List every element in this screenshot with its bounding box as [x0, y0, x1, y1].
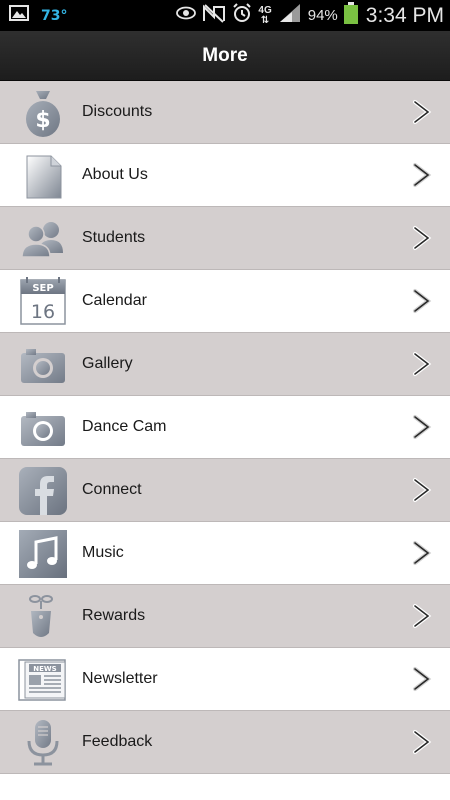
- menu-item-students[interactable]: Students: [0, 207, 450, 270]
- menu-item-label: Dance Cam: [82, 418, 167, 435]
- menu-item-connect[interactable]: Connect: [0, 459, 450, 522]
- svg-text:$: $: [35, 108, 50, 133]
- eye-icon: [176, 6, 197, 25]
- page-title: More: [202, 44, 248, 66]
- menu-item-feedback[interactable]: Feedback: [0, 711, 450, 774]
- alarm-clock-icon: [232, 3, 252, 28]
- menu-item-music[interactable]: Music: [0, 522, 450, 585]
- no-signal-icon: [202, 3, 226, 28]
- menu-item-about-us[interactable]: About Us: [0, 144, 450, 207]
- app-header: More: [0, 31, 450, 81]
- newspaper-icon-text: NEWS: [33, 665, 56, 673]
- network-type-label: 4G: [258, 4, 272, 16]
- status-bar-right: 4G ⇅ 94% 3:34 PM: [176, 0, 444, 31]
- menu-item-label: Newsletter: [82, 670, 158, 687]
- money-bag-icon: $: [17, 87, 69, 139]
- chevron-right-icon: [411, 729, 433, 755]
- more-menu-list: $ Discounts About Us Students SEP 16 Cal…: [0, 81, 450, 774]
- calendar-icon-day: 16: [31, 301, 55, 323]
- menu-item-discounts[interactable]: $ Discounts: [0, 81, 450, 144]
- menu-item-label: Students: [82, 229, 146, 246]
- chevron-right-icon: [411, 540, 433, 566]
- chevron-right-icon: [411, 477, 433, 503]
- chevron-right-icon: [411, 603, 433, 629]
- temperature-text: 73°: [41, 7, 68, 24]
- chevron-right-icon: [411, 225, 433, 251]
- battery-icon: [343, 2, 358, 29]
- menu-item-dance-cam[interactable]: Dance Cam: [0, 396, 450, 459]
- newspaper-icon: NEWS: [17, 654, 69, 706]
- menu-item-newsletter[interactable]: NEWS Newsletter: [0, 648, 450, 711]
- chevron-right-icon: [411, 288, 433, 314]
- chevron-right-icon: [411, 162, 433, 188]
- menu-item-gallery[interactable]: Gallery: [0, 333, 450, 396]
- menu-item-label: Gallery: [82, 355, 133, 372]
- menu-item-label: Feedback: [82, 733, 153, 750]
- status-bar-left: 73°: [9, 0, 67, 31]
- menu-item-rewards[interactable]: Rewards: [0, 585, 450, 648]
- camera-icon: [17, 339, 69, 391]
- signal-strength-icon: [278, 3, 302, 28]
- menu-item-calendar[interactable]: SEP 16 Calendar: [0, 270, 450, 333]
- chevron-right-icon: [411, 666, 433, 692]
- gift-tag-icon: [17, 591, 69, 643]
- camera-icon: [17, 402, 69, 454]
- menu-item-label: Music: [82, 544, 124, 561]
- menu-item-label: Calendar: [82, 292, 147, 309]
- microphone-icon: [17, 717, 69, 769]
- people-icon: [17, 213, 69, 265]
- document-icon: [17, 150, 69, 202]
- clock-time: 3:34 PM: [365, 3, 444, 27]
- battery-percent: 94%: [307, 7, 338, 24]
- gallery-notification-icon: [9, 5, 29, 26]
- calendar-icon: SEP 16: [17, 276, 69, 328]
- chevron-right-icon: [411, 351, 433, 377]
- network-type: 4G ⇅: [258, 4, 272, 26]
- menu-item-label: Discounts: [82, 103, 153, 120]
- chevron-right-icon: [411, 99, 433, 125]
- menu-item-label: Rewards: [82, 607, 146, 624]
- status-bar: 73° 4G ⇅ 94% 3:34 PM: [0, 0, 450, 31]
- calendar-icon-month: SEP: [32, 283, 53, 294]
- music-note-icon: [17, 528, 69, 580]
- menu-item-label: About Us: [82, 166, 148, 183]
- facebook-icon: [17, 465, 69, 517]
- menu-item-label: Connect: [82, 481, 142, 498]
- chevron-right-icon: [411, 414, 433, 440]
